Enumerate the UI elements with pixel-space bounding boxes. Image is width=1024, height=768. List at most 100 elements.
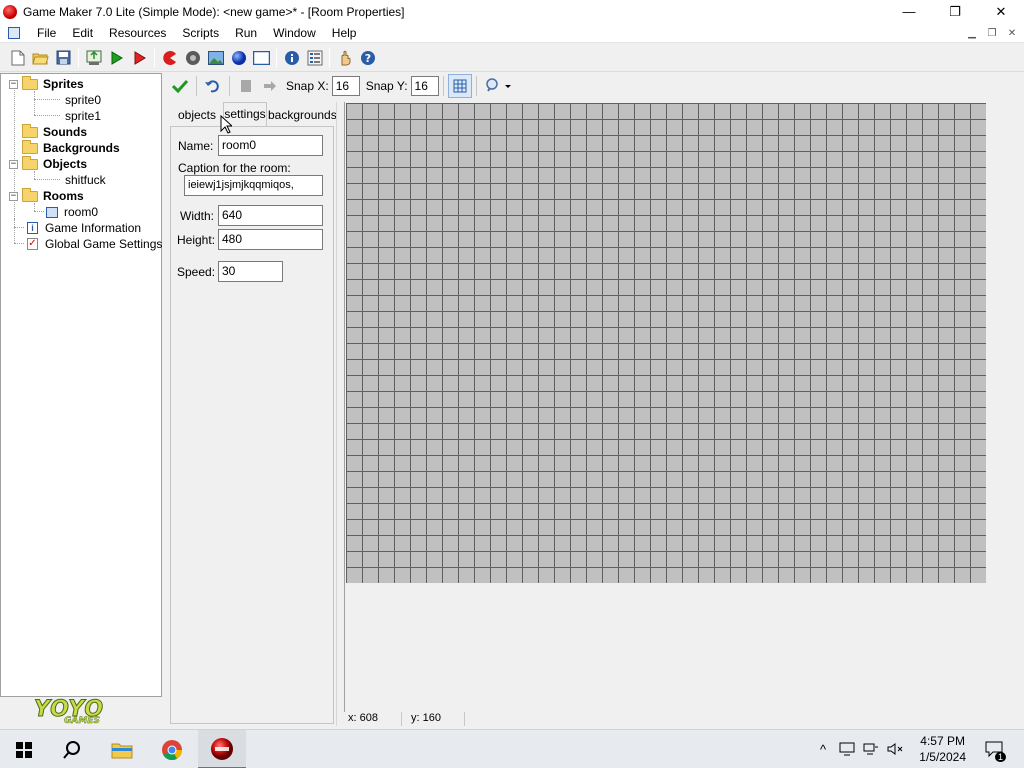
snap-x-input[interactable]: 16 [331, 76, 360, 96]
tree-connector [34, 203, 35, 211]
create-executable-button[interactable] [82, 46, 105, 69]
minimize-button[interactable]: — [886, 0, 932, 23]
main-toolbar: ? [0, 44, 1024, 72]
tab-backgrounds[interactable]: backgrounds [268, 106, 337, 126]
settings-tab-body: Name: room0 Caption for the room: ieiewj… [170, 126, 334, 724]
create-sound-button[interactable] [181, 46, 204, 69]
checklist-icon: ✓ [27, 238, 38, 250]
panel-splitter[interactable] [336, 102, 342, 726]
sprite-pacman-icon [162, 50, 176, 65]
room-speed-input[interactable]: 30 [218, 261, 283, 282]
game-maker-taskbar-button[interactable] [198, 730, 246, 768]
mouse-cursor-icon [220, 115, 232, 134]
tab-objects[interactable]: objects [172, 106, 222, 126]
tree-item-sprite1[interactable]: sprite1 [65, 108, 101, 124]
tree-item-objects[interactable]: − Objects [9, 155, 87, 172]
debug-game-button[interactable] [128, 46, 151, 69]
room-tabs: objects settings backgrounds [168, 102, 337, 126]
undo-button[interactable] [201, 74, 225, 98]
maximize-button[interactable]: ❐ [932, 0, 978, 23]
save-game-button[interactable] [52, 46, 75, 69]
create-room-button[interactable] [250, 46, 273, 69]
game-maker-app-icon [3, 4, 17, 19]
width-label: Width: [180, 209, 215, 223]
zoom-button[interactable] [481, 74, 515, 98]
start-button[interactable] [0, 730, 48, 768]
mdi-document-icon[interactable] [8, 26, 20, 39]
tree-item-object0[interactable]: shitfuck [65, 172, 106, 188]
menu-edit[interactable]: Edit [64, 23, 101, 43]
close-button[interactable]: ✕ [978, 0, 1024, 23]
collapse-icon[interactable]: − [9, 79, 18, 89]
network-tray-icon[interactable] [862, 740, 880, 758]
object-ball-icon [231, 50, 246, 65]
room-caption-input[interactable]: ieiewj1jsjmjkqqmiqos, [184, 175, 323, 196]
menu-window[interactable]: Window [265, 23, 324, 43]
run-game-button[interactable] [105, 46, 128, 69]
toggle-grid-button[interactable] [447, 74, 472, 98]
show-hidden-icons-chevron-icon[interactable]: ^ [814, 740, 832, 758]
menu-resources[interactable]: Resources [101, 23, 174, 43]
info-icon: i [27, 222, 38, 234]
security-tray-icon[interactable] [838, 740, 856, 758]
menu-run[interactable]: Run [227, 23, 265, 43]
open-game-button[interactable] [29, 46, 52, 69]
search-button[interactable] [48, 730, 96, 768]
tree-connector [34, 211, 44, 212]
svg-text:?: ? [364, 52, 370, 65]
snap-y-input[interactable]: 16 [410, 76, 439, 96]
collapse-icon[interactable]: − [9, 191, 18, 201]
arrow-right-icon [264, 81, 276, 91]
resource-tree[interactable]: − Sprites sprite0 sprite1 Sounds Backgro… [0, 73, 162, 697]
toolbar-separator [442, 76, 444, 96]
game-information-button[interactable] [280, 46, 303, 69]
snap-x-label: Snap X: [286, 79, 329, 93]
tree-item-backgrounds[interactable]: Backgrounds [22, 139, 120, 156]
menu-help[interactable]: Help [324, 23, 365, 43]
shift-instances-button[interactable] [258, 74, 282, 98]
ok-button[interactable] [168, 74, 192, 98]
name-label: Name: [178, 139, 214, 153]
folder-icon [22, 187, 38, 202]
tree-item-global-game-settings[interactable]: ✓ Global Game Settings [27, 236, 162, 252]
new-game-button[interactable] [6, 46, 29, 69]
mdi-minimize-button[interactable]: ▁ [962, 23, 982, 43]
caption-label: Caption for the room: [178, 161, 291, 175]
volume-muted-icon[interactable] [886, 740, 904, 758]
help-button[interactable]: ? [356, 46, 379, 69]
tree-item-game-information[interactable]: i Game Information [27, 220, 141, 236]
clock-date: 1/5/2024 [919, 750, 966, 764]
tree-item-sounds[interactable]: Sounds [22, 123, 87, 140]
taskbar-clock[interactable]: 4:57 PM 1/5/2024 [919, 733, 966, 765]
create-sprite-button[interactable] [158, 46, 181, 69]
toolbar-separator [329, 47, 330, 68]
advanced-mode-button[interactable] [333, 46, 356, 69]
window-title: Game Maker 7.0 Lite (Simple Mode): <new … [23, 4, 405, 19]
tree-item-sprites[interactable]: − Sprites [9, 75, 84, 92]
notification-center-button[interactable]: 1 [984, 740, 1006, 762]
monitor-shield-icon [839, 742, 855, 756]
mdi-close-button[interactable]: ✕ [1002, 23, 1022, 43]
global-settings-button[interactable] [303, 46, 326, 69]
chrome-taskbar-button[interactable] [148, 730, 196, 768]
toolbar-separator [229, 76, 230, 96]
mdi-restore-button[interactable]: ❐ [982, 23, 1002, 43]
room-width-input[interactable]: 640 [218, 205, 323, 226]
create-object-button[interactable] [227, 46, 250, 69]
collapse-icon[interactable]: − [9, 159, 18, 169]
tree-item-room0[interactable]: room0 [46, 204, 98, 220]
menu-bar: File Edit Resources Scripts Run Window H… [0, 23, 1024, 43]
room-height-input[interactable]: 480 [218, 229, 323, 250]
menu-file[interactable]: File [29, 23, 64, 43]
create-background-button[interactable] [204, 46, 227, 69]
room-name-input[interactable]: room0 [218, 135, 323, 156]
file-explorer-taskbar-button[interactable] [98, 730, 146, 768]
clear-instances-button[interactable] [234, 74, 258, 98]
room-editor-view[interactable] [344, 102, 1024, 712]
height-label: Height: [177, 233, 216, 247]
tree-item-rooms[interactable]: − Rooms [9, 187, 84, 204]
menu-scripts[interactable]: Scripts [174, 23, 227, 43]
tree-item-sprite0[interactable]: sprite0 [65, 92, 101, 108]
tree-label: shitfuck [65, 173, 106, 187]
room-canvas-grid[interactable] [346, 103, 986, 583]
